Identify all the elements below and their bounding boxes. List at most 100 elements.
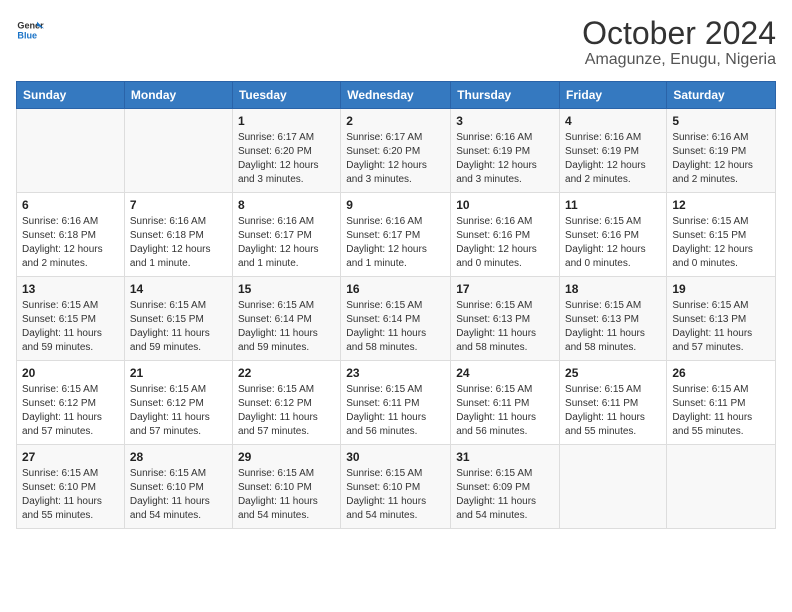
calendar-header-row: SundayMondayTuesdayWednesdayThursdayFrid… [17, 82, 776, 109]
day-info: Sunrise: 6:16 AM Sunset: 6:19 PM Dayligh… [672, 131, 770, 187]
logo-icon: General Blue [16, 16, 44, 44]
calendar-cell: 24 Sunrise: 6:15 AM Sunset: 6:11 PM Dayli… [451, 361, 560, 445]
day-number: 31 [456, 450, 554, 464]
day-number: 14 [130, 282, 227, 296]
calendar-cell: 7Sunrise: 6:16 AM Sunset: 6:18 PM Daylig… [124, 193, 232, 277]
calendar-cell: 15 Sunrise: 6:15 AM Sunset: 6:14 PM Dayli… [232, 277, 340, 361]
day-number: 24 [456, 366, 554, 380]
title-area: October 2024 Amagunze, Enugu, Nigeria [582, 16, 776, 69]
calendar-cell: 9Sunrise: 6:16 AM Sunset: 6:17 PM Daylig… [341, 193, 451, 277]
calendar-cell [560, 445, 667, 529]
day-number: 6 [22, 198, 119, 212]
day-number: 17 [456, 282, 554, 296]
day-number: 20 [22, 366, 119, 380]
day-info: Sunrise: 6:16 AM Sunset: 6:18 PM Dayligh… [22, 215, 119, 271]
day-info: Sunrise: 6:15 AM Sunset: 6:13 PM Dayligh… [672, 299, 770, 355]
svg-text:Blue: Blue [17, 30, 37, 40]
location-subtitle: Amagunze, Enugu, Nigeria [582, 51, 776, 69]
header-day-wednesday: Wednesday [341, 82, 451, 109]
calendar-cell: 12 Sunrise: 6:15 AM Sunset: 6:15 PM Dayli… [667, 193, 776, 277]
day-info: Sunrise: 6:15 AM Sunset: 6:11 PM Dayligh… [672, 383, 770, 439]
calendar-cell [124, 109, 232, 193]
page-header: General Blue October 2024 Amagunze, Enug… [16, 16, 776, 69]
calendar-cell: 20Sunrise: 6:15 AM Sunset: 6:12 PM Dayli… [17, 361, 125, 445]
day-info: Sunrise: 6:15 AM Sunset: 6:14 PM Dayligh… [346, 299, 445, 355]
logo: General Blue [16, 16, 44, 44]
header-day-thursday: Thursday [451, 82, 560, 109]
day-number: 5 [672, 114, 770, 128]
day-number: 19 [672, 282, 770, 296]
calendar-cell: 1 Sunrise: 6:17 AM Sunset: 6:20 PM Daylig… [232, 109, 340, 193]
day-info: Sunrise: 6:16 AM Sunset: 6:17 PM Dayligh… [238, 215, 335, 271]
calendar-cell: 5 Sunrise: 6:16 AM Sunset: 6:19 PM Daylig… [667, 109, 776, 193]
calendar-cell: 30 Sunrise: 6:15 AM Sunset: 6:10 PM Dayli… [341, 445, 451, 529]
day-number: 28 [130, 450, 227, 464]
day-info: Sunrise: 6:16 AM Sunset: 6:19 PM Dayligh… [456, 131, 554, 187]
day-number: 18 [565, 282, 661, 296]
calendar-week-row: 13 Sunrise: 6:15 AM Sunset: 6:15 PM Dayli… [17, 277, 776, 361]
calendar-week-row: 6 Sunrise: 6:16 AM Sunset: 6:18 PM Daylig… [17, 193, 776, 277]
calendar-week-row: 27 Sunrise: 6:15 AM Sunset: 6:10 PM Dayli… [17, 445, 776, 529]
calendar-cell: 25 Sunrise: 6:15 AM Sunset: 6:11 PM Dayli… [560, 361, 667, 445]
day-number: 11 [565, 198, 661, 212]
calendar-cell: 23 Sunrise: 6:15 AM Sunset: 6:11 PM Dayli… [341, 361, 451, 445]
day-info: Sunrise: 6:15 AM Sunset: 6:10 PM Dayligh… [22, 467, 119, 523]
header-day-tuesday: Tuesday [232, 82, 340, 109]
header-day-friday: Friday [560, 82, 667, 109]
day-info: Sunrise: 6:15 AM Sunset: 6:11 PM Dayligh… [565, 383, 661, 439]
calendar-cell [667, 445, 776, 529]
day-number: 27 [22, 450, 119, 464]
day-info: Sunrise: 6:15 AM Sunset: 6:14 PM Dayligh… [238, 299, 335, 355]
day-info: Sunrise: 6:15 AM Sunset: 6:13 PM Dayligh… [565, 299, 661, 355]
day-number: 2 [346, 114, 445, 128]
day-number: 13 [22, 282, 119, 296]
day-info: Sunrise: 6:15 AM Sunset: 6:09 PM Dayligh… [456, 467, 554, 523]
day-info: Sunrise: 6:15 AM Sunset: 6:12 PM Dayligh… [238, 383, 335, 439]
day-info: Sunrise: 6:17 AM Sunset: 6:20 PM Dayligh… [238, 131, 335, 187]
calendar-cell: 8 Sunrise: 6:16 AM Sunset: 6:17 PM Daylig… [232, 193, 340, 277]
day-info: Sunrise: 6:15 AM Sunset: 6:13 PM Dayligh… [456, 299, 554, 355]
calendar-cell: 28 Sunrise: 6:15 AM Sunset: 6:10 PM Dayli… [124, 445, 232, 529]
day-number: 30 [346, 450, 445, 464]
day-info: Sunrise: 6:15 AM Sunset: 6:10 PM Dayligh… [130, 467, 227, 523]
day-info: Sunrise: 6:15 AM Sunset: 6:11 PM Dayligh… [456, 383, 554, 439]
header-day-sunday: Sunday [17, 82, 125, 109]
day-info: Sunrise: 6:16 AM Sunset: 6:17 PM Dayligh… [346, 215, 445, 271]
calendar-cell: 31 Sunrise: 6:15 AM Sunset: 6:09 PM Dayli… [451, 445, 560, 529]
day-info: Sunrise: 6:15 AM Sunset: 6:15 PM Dayligh… [672, 215, 770, 271]
day-number: 4 [565, 114, 661, 128]
day-number: 29 [238, 450, 335, 464]
calendar-cell: 2Sunrise: 6:17 AM Sunset: 6:20 PM Daylig… [341, 109, 451, 193]
day-number: 8 [238, 198, 335, 212]
calendar-cell [17, 109, 125, 193]
day-number: 1 [238, 114, 335, 128]
day-number: 12 [672, 198, 770, 212]
calendar-cell: 6 Sunrise: 6:16 AM Sunset: 6:18 PM Daylig… [17, 193, 125, 277]
day-number: 21 [130, 366, 227, 380]
day-number: 16 [346, 282, 445, 296]
day-info: Sunrise: 6:15 AM Sunset: 6:11 PM Dayligh… [346, 383, 445, 439]
day-number: 15 [238, 282, 335, 296]
day-number: 3 [456, 114, 554, 128]
day-info: Sunrise: 6:16 AM Sunset: 6:16 PM Dayligh… [456, 215, 554, 271]
month-year-title: October 2024 [582, 16, 776, 51]
calendar-cell: 17 Sunrise: 6:15 AM Sunset: 6:13 PM Dayli… [451, 277, 560, 361]
day-number: 7 [130, 198, 227, 212]
calendar-cell: 27 Sunrise: 6:15 AM Sunset: 6:10 PM Dayli… [17, 445, 125, 529]
calendar-cell: 29 Sunrise: 6:15 AM Sunset: 6:10 PM Dayli… [232, 445, 340, 529]
calendar-cell: 19 Sunrise: 6:15 AM Sunset: 6:13 PM Dayli… [667, 277, 776, 361]
calendar-cell: 22Sunrise: 6:15 AM Sunset: 6:12 PM Dayli… [232, 361, 340, 445]
day-info: Sunrise: 6:15 AM Sunset: 6:15 PM Dayligh… [130, 299, 227, 355]
calendar-cell: 21Sunrise: 6:15 AM Sunset: 6:12 PM Dayli… [124, 361, 232, 445]
day-number: 23 [346, 366, 445, 380]
day-number: 26 [672, 366, 770, 380]
day-info: Sunrise: 6:15 AM Sunset: 6:10 PM Dayligh… [238, 467, 335, 523]
calendar-cell: 13Sunrise: 6:15 AM Sunset: 6:15 PM Dayli… [17, 277, 125, 361]
calendar-cell: 16 Sunrise: 6:15 AM Sunset: 6:14 PM Dayli… [341, 277, 451, 361]
calendar-week-row: 20 Sunrise: 6:15 AM Sunset: 6:12 PM Dayli… [17, 361, 776, 445]
day-info: Sunrise: 6:16 AM Sunset: 6:19 PM Dayligh… [565, 131, 661, 187]
calendar-week-row: 1 Sunrise: 6:17 AM Sunset: 6:20 PM Daylig… [17, 109, 776, 193]
day-number: 25 [565, 366, 661, 380]
day-info: Sunrise: 6:15 AM Sunset: 6:10 PM Dayligh… [346, 467, 445, 523]
calendar-cell: 14 Sunrise: 6:15 AM Sunset: 6:15 PM Dayli… [124, 277, 232, 361]
